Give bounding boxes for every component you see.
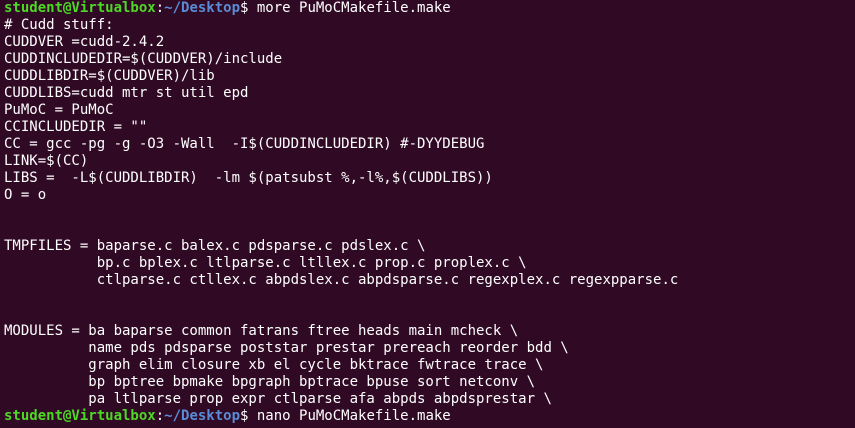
command-input-text[interactable]: nano PuMoCMakefile.make bbox=[257, 408, 451, 424]
prompt-line-bottom[interactable]: student@Virtualbox:~/Desktop$ nano PuMoC… bbox=[4, 408, 851, 425]
prompt-line-top: student@Virtualbox:~/Desktop$ more PuMoC… bbox=[4, 0, 851, 17]
output-line: TMPFILES = baparse.c balex.c pdsparse.c … bbox=[4, 238, 426, 254]
output-line: LIBS = -L$(CUDDLIBDIR) -lm $(patsubst %,… bbox=[4, 170, 493, 186]
prompt-path: ~/Desktop bbox=[164, 408, 241, 424]
output-line: bp bptree bpmake bpgraph bptrace bpuse s… bbox=[4, 374, 536, 390]
prompt-separator: : bbox=[155, 0, 165, 16]
output-line: graph elim closure xb el cycle bktrace f… bbox=[4, 357, 544, 373]
output-line: pa ltlparse prop expr ctlparse afa abpds… bbox=[4, 391, 552, 407]
output-line: LINK=$(CC) bbox=[4, 153, 89, 169]
command-text: more PuMoCMakefile.make bbox=[256, 0, 451, 16]
prompt-symbol: $ bbox=[240, 408, 257, 424]
prompt-symbol: $ bbox=[240, 0, 257, 16]
output-line: CUDDINCLUDEDIR=$(CUDDVER)/include bbox=[4, 51, 283, 67]
output-line: bp.c bplex.c ltlparse.c ltllex.c prop.c … bbox=[4, 255, 527, 271]
output-line: O = o bbox=[4, 187, 47, 203]
output-line: CUDDLIBS=cudd mtr st util epd bbox=[4, 85, 249, 101]
prompt-separator: : bbox=[155, 408, 165, 424]
prompt-path: ~/Desktop bbox=[164, 0, 241, 16]
output-line: CCINCLUDEDIR = "" bbox=[4, 119, 148, 135]
output-line: CUDDLIBDIR=$(CUDDVER)/lib bbox=[4, 68, 215, 84]
terminal-window[interactable]: student@Virtualbox:~/Desktop$ more PuMoC… bbox=[0, 0, 855, 428]
prompt-user-host: student@Virtualbox bbox=[4, 408, 156, 424]
output-line: CC = gcc -pg -g -O3 -Wall -I$(CUDDINCLUD… bbox=[4, 136, 485, 152]
output-line: CUDDVER =cudd-2.4.2 bbox=[4, 34, 165, 50]
output-line: MODULES = ba baparse common fatrans ftre… bbox=[4, 323, 519, 339]
prompt-user-host: student@Virtualbox bbox=[4, 0, 156, 16]
output-line: PuMoC = PuMoC bbox=[4, 102, 114, 118]
output-line: ctlparse.c ctllex.c abpdslex.c abpdspars… bbox=[4, 272, 679, 288]
output-line: # Cudd stuff: bbox=[4, 17, 114, 33]
command-output: # Cudd stuff: CUDDVER =cudd-2.4.2 CUDDIN… bbox=[4, 17, 851, 408]
output-line: name pds pdsparse poststar prestar prere… bbox=[4, 340, 569, 356]
